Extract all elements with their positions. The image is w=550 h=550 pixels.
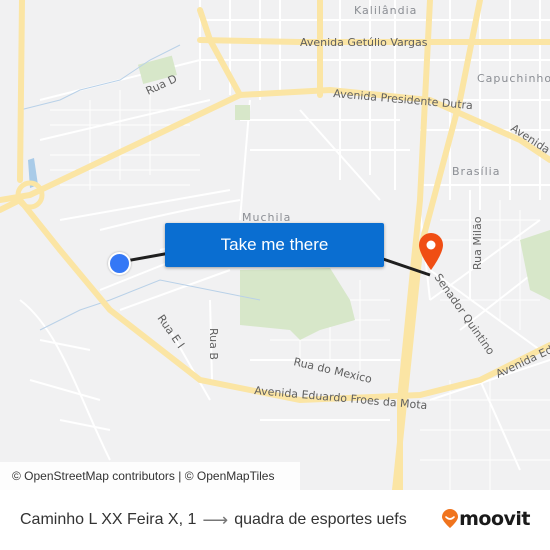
street-label-rua-milao: Rua Milão	[471, 216, 484, 270]
place-label-brasilia: Brasília	[452, 165, 500, 178]
moovit-logo[interactable]: moovit	[441, 508, 530, 530]
street-label-getulio-vargas: Avenida Getúlio Vargas	[300, 36, 428, 49]
destination-pin-icon[interactable]	[418, 232, 444, 272]
arrow-right-icon: ⟶	[202, 509, 229, 530]
origin-label: Caminho L XX Feira X, 1	[20, 511, 197, 528]
street-label-senador-quintino: Senador Quintino	[432, 271, 498, 357]
origin-marker[interactable]	[108, 252, 131, 275]
stream	[39, 279, 261, 331]
moovit-wordmark: moovit	[459, 508, 530, 530]
place-label-capuchinhos: Capuchinhos	[477, 72, 550, 85]
park	[240, 268, 355, 340]
map[interactable]: Kalilândia Capuchinhos Brasília Muchila …	[0, 0, 550, 490]
map-attribution[interactable]: © OpenStreetMap contributors | © OpenMap…	[0, 462, 300, 490]
park	[520, 230, 550, 300]
place-label-kalilandia: Kalilândia	[354, 4, 417, 17]
park	[235, 105, 250, 120]
take-me-there-button[interactable]: Take me there	[165, 223, 384, 267]
route-footer: Caminho L XX Feira X, 1 ⟶ quadra de espo…	[0, 490, 550, 550]
street-label-presidente-dutra: Avenida Presidente Dutra	[333, 87, 474, 112]
street-label-rua-b: Rua B	[207, 328, 220, 360]
moovit-pin-icon	[442, 509, 459, 528]
destination-label: quadra de esportes uefs	[234, 511, 407, 528]
